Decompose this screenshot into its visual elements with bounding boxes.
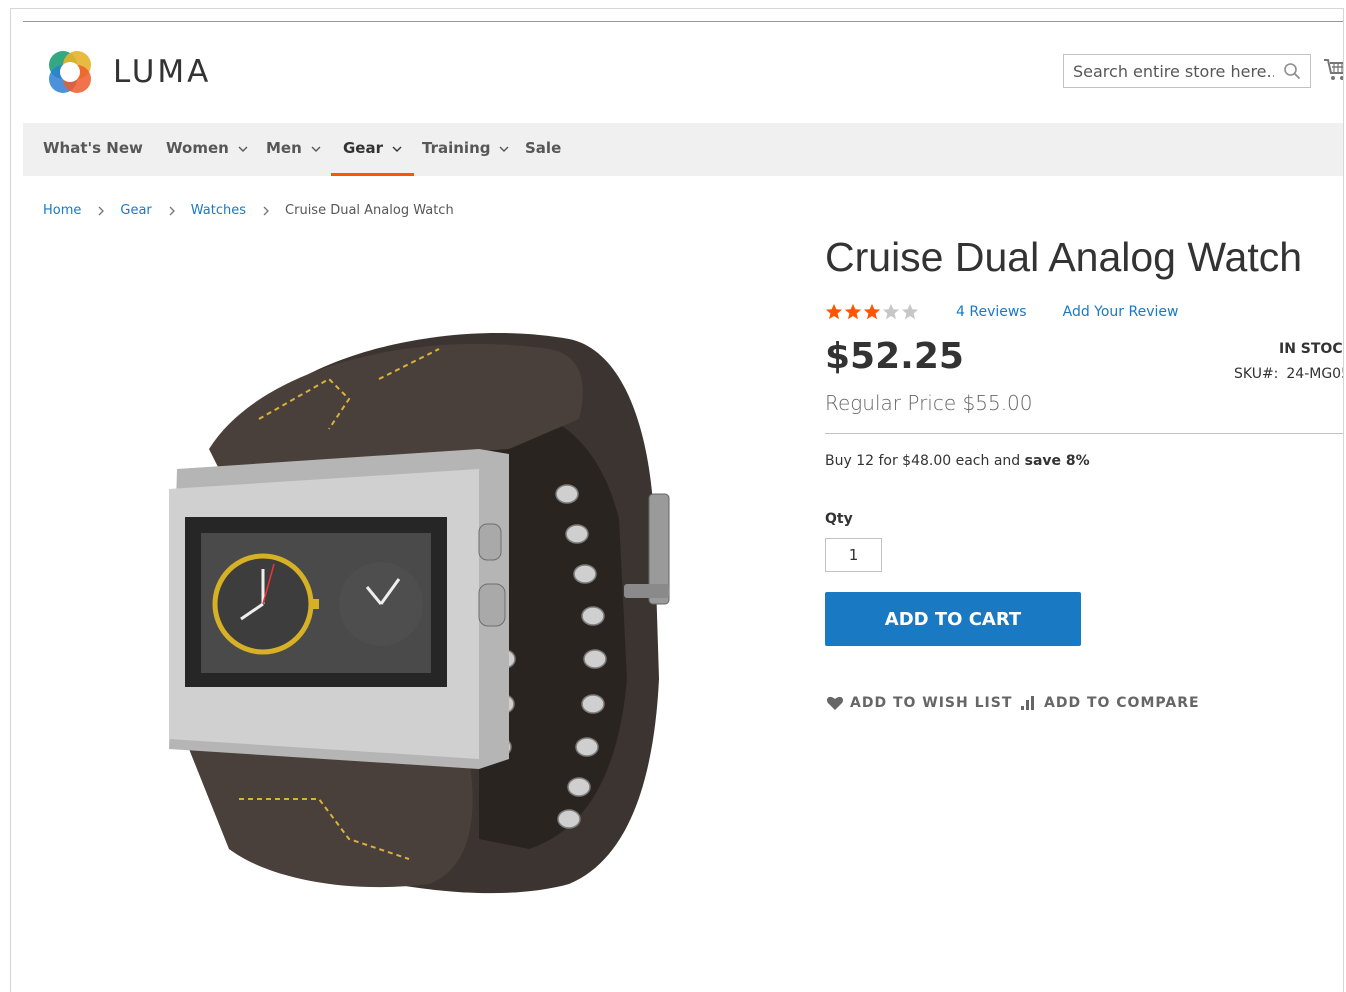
- nav-item-training[interactable]: Training: [422, 123, 509, 176]
- qty-label: Qty: [825, 511, 853, 527]
- nav-item-label: Gear: [343, 139, 384, 157]
- tier-save-text: save 8%: [1024, 453, 1090, 469]
- luma-logo-icon: [49, 51, 91, 93]
- qty-input[interactable]: [825, 538, 882, 572]
- star-empty-icon: [901, 303, 919, 320]
- nav-item-label: Sale: [525, 139, 562, 157]
- add-to-compare-link[interactable]: ADD TO COMPARE: [1020, 695, 1200, 711]
- compare-bars-icon: [1021, 696, 1034, 710]
- nav-item-gear[interactable]: Gear: [330, 123, 415, 176]
- search-icon[interactable]: [1283, 62, 1301, 80]
- chevron-down-icon: [499, 146, 509, 152]
- product-rating: 4 Reviews Add Your Review: [825, 303, 1178, 321]
- breadcrumb-home[interactable]: Home: [43, 203, 81, 218]
- logo-text: LUMA: [113, 54, 212, 90]
- chevron-down-icon: [311, 146, 321, 152]
- reviews-link[interactable]: 4 Reviews: [956, 304, 1027, 320]
- nav-item-label: What's New: [43, 139, 143, 157]
- product-title: Cruise Dual Analog Watch: [825, 234, 1303, 280]
- search-box: [1063, 54, 1311, 88]
- search-input[interactable]: [1064, 55, 1274, 87]
- chevron-right-icon: [169, 206, 175, 215]
- wishlist-label: ADD TO WISH LIST: [850, 695, 1013, 711]
- compare-label: ADD TO COMPARE: [1044, 695, 1200, 711]
- add-to-cart-button[interactable]: ADD TO CART: [825, 592, 1081, 646]
- sku-label: SKU#:: [1234, 366, 1279, 382]
- page-frame: LUMA What's New Women Men Gear Tra: [10, 8, 1344, 992]
- nav-item-men[interactable]: Men: [266, 123, 321, 176]
- main-navigation: What's New Women Men Gear Training Sale: [23, 123, 1343, 176]
- nav-item-women[interactable]: Women: [166, 123, 248, 176]
- divider: [825, 433, 1343, 434]
- add-review-link[interactable]: Add Your Review: [1063, 304, 1179, 320]
- chevron-right-icon: [263, 206, 269, 215]
- nav-item-label: Men: [266, 139, 302, 157]
- breadcrumb-current: Cruise Dual Analog Watch: [285, 203, 454, 218]
- nav-item-whats-new[interactable]: What's New: [43, 123, 143, 176]
- star-filled-icon: [844, 303, 862, 320]
- nav-item-label: Women: [166, 139, 229, 157]
- star-filled-icon: [863, 303, 881, 320]
- regular-price: Regular Price $55.00: [825, 391, 1033, 415]
- cart-icon[interactable]: [1323, 57, 1344, 83]
- tier-price-text: Buy 12 for $48.00 each and: [825, 453, 1025, 469]
- nav-item-label: Training: [422, 139, 491, 157]
- store-logo[interactable]: LUMA: [43, 45, 211, 99]
- nav-item-sale[interactable]: Sale: [525, 123, 561, 176]
- sku-value: 24-MG05: [1286, 366, 1344, 382]
- final-price: $52.25: [825, 336, 964, 377]
- chevron-down-icon: [392, 146, 402, 152]
- chevron-right-icon: [98, 206, 105, 215]
- stock-status: IN STOCK: [1279, 341, 1343, 357]
- breadcrumb-watches[interactable]: Watches: [191, 203, 246, 218]
- rating-stars: [825, 303, 920, 321]
- product-image[interactable]: [149, 319, 679, 894]
- product-sku: SKU#: 24-MG05: [1234, 366, 1344, 382]
- breadcrumb: Home Gear Watches Cruise Dual Analog Wat…: [43, 203, 454, 218]
- chevron-down-icon: [238, 146, 248, 152]
- star-filled-icon: [825, 303, 843, 320]
- heart-icon: [826, 696, 844, 710]
- tier-price-offer: Buy 12 for $48.00 each and save 8%: [825, 453, 1090, 469]
- top-rule: [23, 21, 1343, 22]
- breadcrumb-gear[interactable]: Gear: [120, 203, 151, 218]
- add-to-wishlist-link[interactable]: ADD TO WISH LIST: [826, 695, 1012, 711]
- star-empty-icon: [882, 303, 900, 320]
